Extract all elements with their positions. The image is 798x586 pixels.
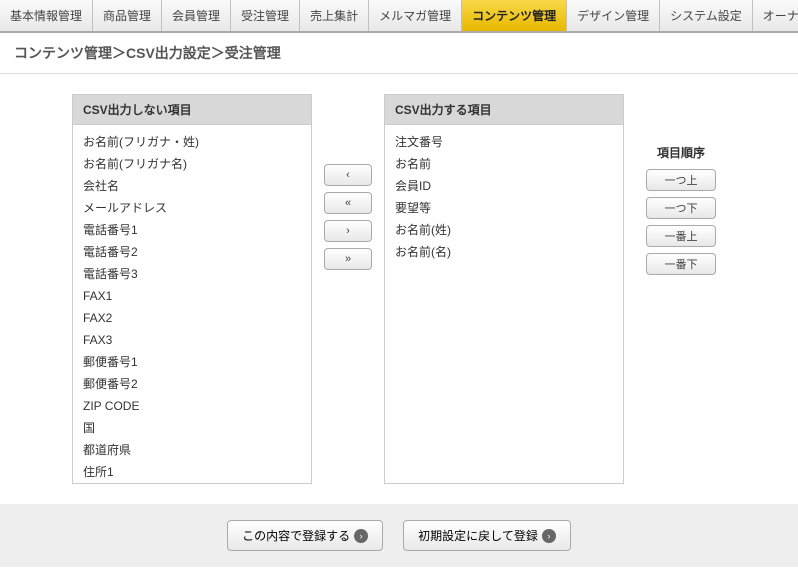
tab-8[interactable]: システム設定 bbox=[660, 0, 753, 31]
list-item[interactable]: お名前 bbox=[395, 153, 613, 175]
list-item[interactable]: お名前(名) bbox=[395, 241, 613, 263]
list-item[interactable]: 注文番号 bbox=[395, 131, 613, 153]
move-button[interactable]: ‹ bbox=[324, 164, 372, 186]
list-item[interactable]: 会員ID bbox=[395, 175, 613, 197]
move-buttons-column: ‹ « › » bbox=[324, 94, 372, 270]
right-panel-body: 注文番号お名前会員ID要望等お名前(姓)お名前(名) bbox=[385, 125, 623, 483]
tab-9[interactable]: オーナーズストア bbox=[753, 0, 798, 31]
tab-bar: 基本情報管理商品管理会員管理受注管理売上集計メルマガ管理コンテンツ管理デザイン管… bbox=[0, 0, 798, 33]
list-item[interactable]: FAX2 bbox=[83, 307, 301, 329]
tab-2[interactable]: 会員管理 bbox=[162, 0, 231, 31]
list-item[interactable]: 電話番号3 bbox=[83, 263, 301, 285]
order-button[interactable]: 一番上 bbox=[646, 225, 716, 247]
order-button[interactable]: 一番下 bbox=[646, 253, 716, 275]
move-button[interactable]: « bbox=[324, 192, 372, 214]
chevron-right-icon: › bbox=[354, 529, 368, 543]
order-column: 項目順序 一つ上一つ下一番上一番下 bbox=[636, 94, 726, 281]
list-item[interactable]: ZIP CODE bbox=[83, 395, 301, 417]
list-item[interactable]: 要望等 bbox=[395, 197, 613, 219]
footer-bar: この内容で登録する › 初期設定に戻して登録 › bbox=[0, 504, 798, 567]
list-item[interactable]: FAX3 bbox=[83, 329, 301, 351]
main-content: CSV出力しない項目 お名前(フリガナ・姓)お名前(フリガナ名)会社名メールアド… bbox=[0, 74, 798, 494]
left-panel-header: CSV出力しない項目 bbox=[73, 95, 311, 125]
list-item[interactable]: FAX1 bbox=[83, 285, 301, 307]
tab-7[interactable]: デザイン管理 bbox=[567, 0, 660, 31]
chevron-right-icon: › bbox=[542, 529, 556, 543]
list-item[interactable]: 国 bbox=[83, 417, 301, 439]
order-title: 項目順序 bbox=[636, 144, 726, 161]
list-item[interactable]: お名前(姓) bbox=[395, 219, 613, 241]
move-button[interactable]: » bbox=[324, 248, 372, 270]
list-item[interactable]: 会社名 bbox=[83, 175, 301, 197]
list-item[interactable]: 郵便番号1 bbox=[83, 351, 301, 373]
list-item[interactable]: お名前(フリガナ・姓) bbox=[83, 131, 301, 153]
list-item[interactable]: お名前(フリガナ名) bbox=[83, 153, 301, 175]
left-panel: CSV出力しない項目 お名前(フリガナ・姓)お名前(フリガナ名)会社名メールアド… bbox=[72, 94, 312, 484]
tab-1[interactable]: 商品管理 bbox=[93, 0, 162, 31]
right-panel: CSV出力する項目 注文番号お名前会員ID要望等お名前(姓)お名前(名) bbox=[384, 94, 624, 484]
footer-action-button[interactable]: この内容で登録する › bbox=[227, 520, 383, 551]
footer-action-button[interactable]: 初期設定に戻して登録 › bbox=[403, 520, 571, 551]
tab-6[interactable]: コンテンツ管理 bbox=[462, 0, 567, 31]
tab-0[interactable]: 基本情報管理 bbox=[0, 0, 93, 31]
list-item[interactable]: 住所1 bbox=[83, 461, 301, 483]
list-item[interactable]: 郵便番号2 bbox=[83, 373, 301, 395]
breadcrumb: コンテンツ管理＞CSV出力設定＞受注管理 bbox=[0, 33, 798, 74]
move-button[interactable]: › bbox=[324, 220, 372, 242]
tab-3[interactable]: 受注管理 bbox=[231, 0, 300, 31]
button-label: この内容で登録する bbox=[242, 527, 350, 544]
button-label: 初期設定に戻して登録 bbox=[418, 527, 538, 544]
tab-4[interactable]: 売上集計 bbox=[300, 0, 369, 31]
order-button[interactable]: 一つ下 bbox=[646, 197, 716, 219]
list-item[interactable]: 電話番号1 bbox=[83, 219, 301, 241]
right-panel-header: CSV出力する項目 bbox=[385, 95, 623, 125]
order-button[interactable]: 一つ上 bbox=[646, 169, 716, 191]
tab-5[interactable]: メルマガ管理 bbox=[369, 0, 462, 31]
list-item[interactable]: メールアドレス bbox=[83, 197, 301, 219]
left-panel-body: お名前(フリガナ・姓)お名前(フリガナ名)会社名メールアドレス電話番号1電話番号… bbox=[73, 125, 311, 483]
list-item[interactable]: 都道府県 bbox=[83, 439, 301, 461]
list-item[interactable]: 電話番号2 bbox=[83, 241, 301, 263]
